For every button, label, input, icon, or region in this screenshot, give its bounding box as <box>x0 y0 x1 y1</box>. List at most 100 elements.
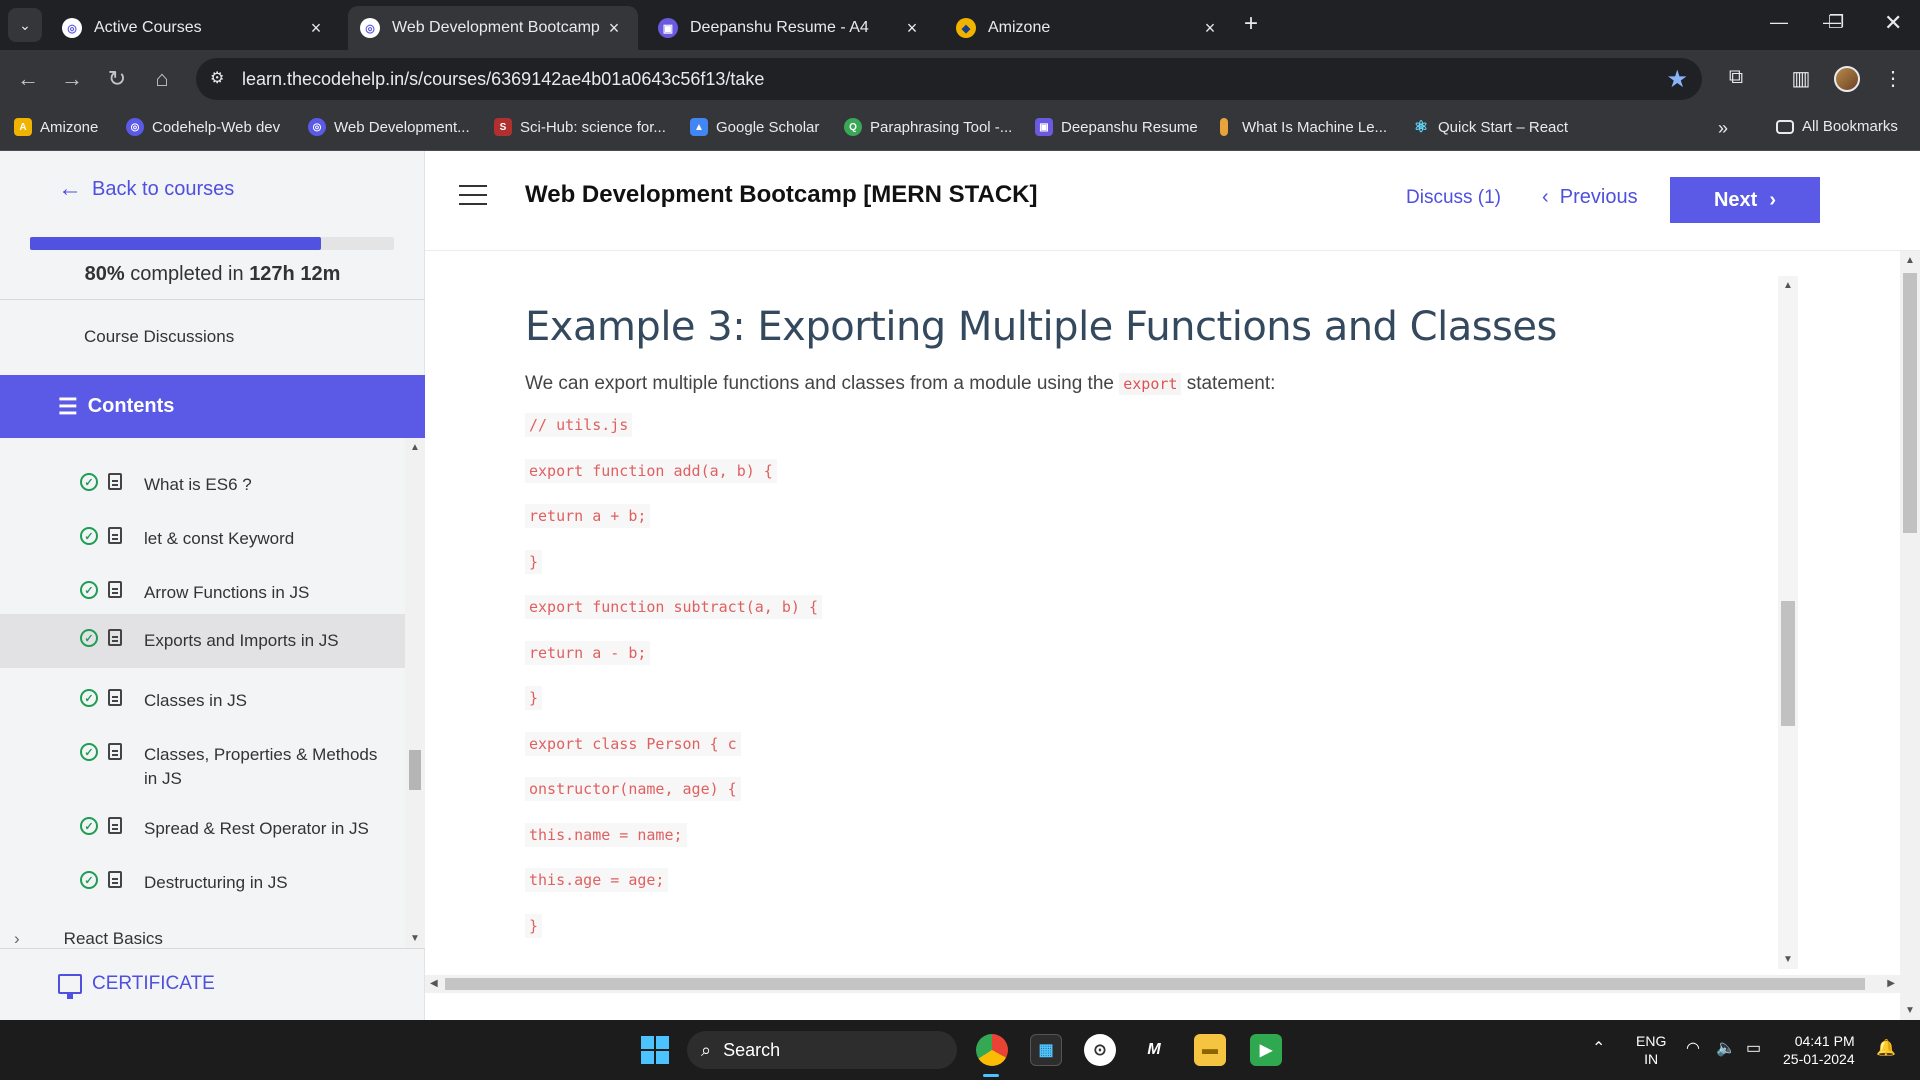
check-circle-icon: ✓ <box>80 629 98 647</box>
course-discussions-link[interactable]: Course Discussions <box>84 327 234 347</box>
bookmark-label: Amizone <box>40 118 99 136</box>
all-bookmarks-button[interactable]: All Bookmarks <box>1776 118 1898 135</box>
profile-avatar[interactable] <box>1834 66 1860 92</box>
bookmark-web-development[interactable]: ◎ Web Development... <box>308 118 470 136</box>
close-icon[interactable]: × <box>306 18 326 39</box>
lesson-content: Example 3: Exporting Multiple Functions … <box>425 251 1920 1020</box>
bookmark-sci-hub[interactable]: S Sci-Hub: science for... <box>494 118 666 136</box>
scroll-down-icon[interactable]: ▼ <box>1783 954 1793 965</box>
close-icon[interactable]: × <box>902 18 922 39</box>
tab-search-button[interactable]: ⌄ <box>8 8 42 42</box>
battery-icon[interactable]: ▭ <box>1746 1038 1761 1058</box>
bookmark-paraphrasing-tool[interactable]: Q Paraphrasing Tool -... <box>844 118 1012 136</box>
contents-header[interactable]: ☰ Contents <box>0 375 425 438</box>
menu-icon[interactable]: ⋮ <box>1880 66 1906 91</box>
course-progress-fill <box>30 237 322 250</box>
new-tab-button[interactable]: + <box>1244 10 1258 38</box>
language-indicator[interactable]: ENG IN <box>1636 1032 1666 1068</box>
time: 04:41 PM <box>1794 1033 1855 1049</box>
home-icon[interactable]: ⌂ <box>148 66 176 92</box>
scroll-down-icon[interactable]: ▼ <box>410 933 420 944</box>
bookmark-machine-learning[interactable]: What Is Machine Le... <box>1220 118 1387 136</box>
clock[interactable]: 04:41 PM 25-01-2024 <box>1783 1032 1855 1068</box>
address-bar[interactable]: ⚙ learn.thecodehelp.in/s/courses/6369142… <box>196 58 1702 100</box>
minimize-icon[interactable]: — <box>1770 12 1788 33</box>
site-info-icon[interactable]: ⚙ <box>210 68 224 88</box>
store-icon[interactable]: ▦ <box>1030 1034 1062 1066</box>
bookmark-label: Web Development... <box>334 118 470 136</box>
wifi-icon[interactable]: ◠ <box>1686 1038 1700 1058</box>
sidebar-scrollbar[interactable]: ▲ ▼ <box>405 438 425 948</box>
lesson-item[interactable]: ✓ Spread & Rest Operator in JS <box>0 807 405 851</box>
url-text[interactable]: learn.thecodehelp.in/s/courses/6369142ae… <box>242 69 764 90</box>
side-panel-icon[interactable]: ▥ <box>1788 66 1814 91</box>
page-scrollbar[interactable]: ▲ ▼ <box>1900 251 1920 1020</box>
lesson-item[interactable]: ✓ Classes in JS <box>0 679 405 723</box>
folder-icon <box>1776 119 1794 134</box>
windows-start-icon[interactable] <box>641 1036 669 1064</box>
close-icon[interactable]: × <box>1200 18 1220 39</box>
discuss-button[interactable]: Discuss (1) <box>1406 187 1501 209</box>
browser-tab-bar: ⌄ ◎ Active Courses × ◎ Web Development B… <box>0 0 1920 50</box>
bookmark-amizone[interactable]: A Amizone <box>14 118 98 136</box>
scroll-up-icon[interactable]: ▲ <box>1783 280 1793 291</box>
back-to-courses-link[interactable]: ← Back to courses <box>58 175 234 203</box>
forward-arrow-icon[interactable]: → <box>58 66 86 92</box>
lesson-item[interactable]: ✓ let & const Keyword <box>0 517 405 561</box>
file-explorer-icon[interactable]: ▬ <box>1194 1034 1226 1066</box>
scrollbar-thumb[interactable] <box>409 750 421 790</box>
tab-active-courses[interactable]: ◎ Active Courses × <box>50 6 340 50</box>
notification-bell-icon[interactable]: 🔔 <box>1876 1038 1896 1058</box>
lesson-item-active[interactable]: ✓ Exports and Imports in JS <box>0 614 405 668</box>
lesson-item[interactable]: ✓ Classes, Properties & Methods in JS <box>0 733 405 799</box>
app-m-icon[interactable]: M <box>1138 1034 1170 1066</box>
scroll-right-icon[interactable]: ▶ <box>1887 978 1895 989</box>
media-icon[interactable]: ⊙ <box>1084 1034 1116 1066</box>
scroll-up-icon[interactable]: ▲ <box>1905 255 1915 266</box>
scrollbar-thumb[interactable] <box>1781 601 1795 726</box>
scrollbar-thumb[interactable] <box>445 978 1865 990</box>
section-react-basics[interactable]: › React Basics <box>0 924 405 948</box>
lesson-item[interactable]: ✓ Arrow Functions in JS <box>0 571 405 615</box>
lesson-label: Classes in JS <box>144 691 247 710</box>
tab-amizone[interactable]: ◆ Amizone × <box>944 6 1234 50</box>
reload-icon[interactable]: ↻ <box>103 66 131 92</box>
bookmark-deepanshu-resume[interactable]: ▣ Deepanshu Resume <box>1035 118 1198 136</box>
scroll-down-icon[interactable]: ▼ <box>1905 1005 1915 1016</box>
chrome-icon[interactable] <box>976 1034 1008 1066</box>
code-line: onstructor(name, age) { <box>525 777 741 801</box>
close-icon[interactable]: × <box>604 18 624 39</box>
code-line: } <box>525 686 543 710</box>
lesson-item[interactable]: ✓ Destructuring in JS <box>0 861 405 905</box>
chevron-up-icon[interactable]: ⌃ <box>1592 1038 1605 1058</box>
bookmark-google-scholar[interactable]: ▲ Google Scholar <box>690 118 819 136</box>
next-button[interactable]: Next › <box>1670 177 1820 223</box>
meet-icon[interactable]: ▶ <box>1250 1034 1282 1066</box>
bookmark-react-quick-start[interactable]: ⚛ Quick Start – React <box>1412 118 1568 137</box>
tab-deepanshu-resume[interactable]: ▣ Deepanshu Resume - A4 × <box>646 6 936 50</box>
bookmark-codehelp-web-dev[interactable]: ◎ Codehelp-Web dev <box>126 118 280 136</box>
close-window-icon[interactable]: ✕ <box>1884 10 1902 36</box>
lesson-label: Destructuring in JS <box>144 873 288 892</box>
scrollbar-thumb[interactable] <box>1903 273 1917 533</box>
frame-scrollbar[interactable]: ▲ ▼ <box>1778 276 1798 969</box>
scroll-left-icon[interactable]: ◀ <box>430 978 438 989</box>
bookmark-star-icon[interactable]: ★ <box>1666 65 1688 94</box>
tab-web-development-bootcamp[interactable]: ◎ Web Development Bootcamp [MERN STACK] … <box>348 6 638 50</box>
taskbar-search[interactable]: ⌕ Search <box>687 1031 957 1069</box>
example-heading: Example 3: Exporting Multiple Functions … <box>525 304 1557 350</box>
previous-button[interactable]: ‹ Previous <box>1542 186 1638 209</box>
extensions-icon[interactable]: ⧉ <box>1723 66 1749 89</box>
certificate-link[interactable]: CERTIFICATE <box>58 973 215 999</box>
back-arrow-icon[interactable]: ← <box>14 66 42 92</box>
more-bookmarks-icon[interactable]: » <box>1718 118 1728 139</box>
chevron-right-icon: › <box>1769 188 1777 211</box>
volume-icon[interactable]: 🔈 <box>1716 1038 1736 1058</box>
horizontal-scrollbar[interactable]: ◀ ▶ <box>425 975 1900 993</box>
hamburger-menu-icon[interactable] <box>459 185 487 212</box>
restore-icon[interactable]: ❐ <box>1828 12 1844 33</box>
intro-text: statement: <box>1181 373 1276 394</box>
lesson-item[interactable]: ✓ What is ES6 ? <box>0 463 405 507</box>
scroll-up-icon[interactable]: ▲ <box>410 442 420 453</box>
course-title: Web Development Bootcamp [MERN STACK] <box>525 181 1038 208</box>
